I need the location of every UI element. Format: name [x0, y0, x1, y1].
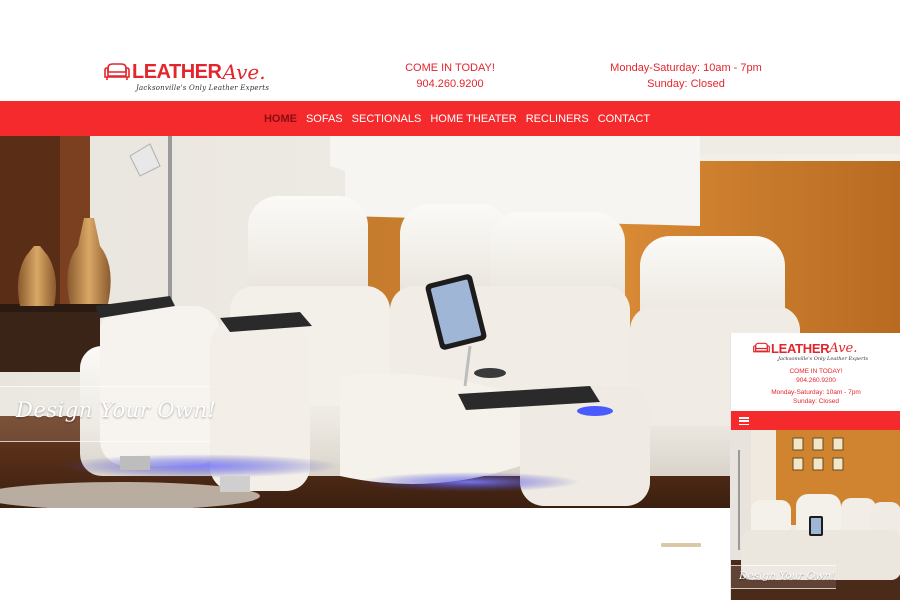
- decorative-strip: [661, 543, 701, 547]
- nav-item-recliners[interactable]: RECLINERS: [526, 113, 589, 125]
- nav-item-sofas[interactable]: SOFAS: [306, 113, 343, 125]
- mobile-preview: LEATHER Ave. Jacksonville's Only Leather…: [730, 333, 900, 600]
- logo-wordmark: LEATHER Ave.: [104, 56, 274, 82]
- mobile-hero[interactable]: Design Your Own!: [731, 430, 900, 600]
- contact-cta: COME IN TODAY!: [405, 62, 495, 74]
- nav-list: HOME SOFAS SECTIONALS HOME THEATER RECLI…: [259, 113, 654, 125]
- mobile-logo[interactable]: LEATHER Ave. Jacksonville's Only Leather…: [753, 339, 883, 365]
- nav-item-contact[interactable]: CONTACT: [598, 113, 650, 125]
- logo-script-text: Ave.: [222, 60, 266, 84]
- mobile-hero-caption: Design Your Own!: [739, 570, 836, 582]
- hours-weekdays: Monday-Saturday: 10am - 7pm: [610, 62, 762, 74]
- mobile-hours-weekdays: Monday-Saturday: 10am - 7pm: [771, 389, 861, 396]
- sofa-icon: [753, 342, 770, 353]
- mobile-nav-bar: [731, 411, 900, 430]
- mobile-logo-script-text: Ave.: [829, 341, 858, 356]
- mobile-contact-cta: COME IN TODAY!: [789, 368, 843, 375]
- phone-link[interactable]: 904.260.9200: [380, 76, 520, 92]
- page: LEATHER Ave. Jacksonville's Only Leather…: [0, 0, 900, 600]
- hero-caption: Design Your Own!: [16, 398, 217, 422]
- hours-sunday: Sunday: Closed: [647, 78, 725, 90]
- sofa-icon: [104, 63, 130, 80]
- site-logo[interactable]: LEATHER Ave. Jacksonville's Only Leather…: [104, 56, 274, 100]
- logo-text: LEATHER: [132, 61, 222, 83]
- nav-item-home[interactable]: HOME: [264, 113, 297, 125]
- logo-tagline: Jacksonville's Only Leather Experts: [136, 84, 270, 92]
- store-hours: Monday-Saturday: 10am - 7pm Sunday: Clos…: [596, 60, 776, 92]
- mobile-logo-wordmark: LEATHER Ave.: [753, 339, 883, 355]
- mobile-logo-tagline: Jacksonville's Only Leather Experts: [778, 356, 869, 362]
- contact-block: COME IN TODAY! 904.260.9200: [380, 60, 520, 92]
- mobile-phone-link[interactable]: 904.260.9200: [731, 376, 900, 385]
- mobile-contact-block: COME IN TODAY! 904.260.9200: [731, 367, 900, 385]
- mobile-store-hours: Monday-Saturday: 10am - 7pm Sunday: Clos…: [731, 388, 900, 406]
- nav-item-sectionals[interactable]: SECTIONALS: [352, 113, 422, 125]
- mobile-hours-sunday: Sunday: Closed: [793, 398, 839, 405]
- main-nav: HOME SOFAS SECTIONALS HOME THEATER RECLI…: [0, 101, 900, 136]
- site-header: LEATHER Ave. Jacksonville's Only Leather…: [0, 0, 900, 101]
- hamburger-menu-icon[interactable]: [739, 417, 749, 426]
- nav-item-home-theater[interactable]: HOME THEATER: [430, 113, 516, 125]
- mobile-logo-text: LEATHER: [771, 341, 830, 356]
